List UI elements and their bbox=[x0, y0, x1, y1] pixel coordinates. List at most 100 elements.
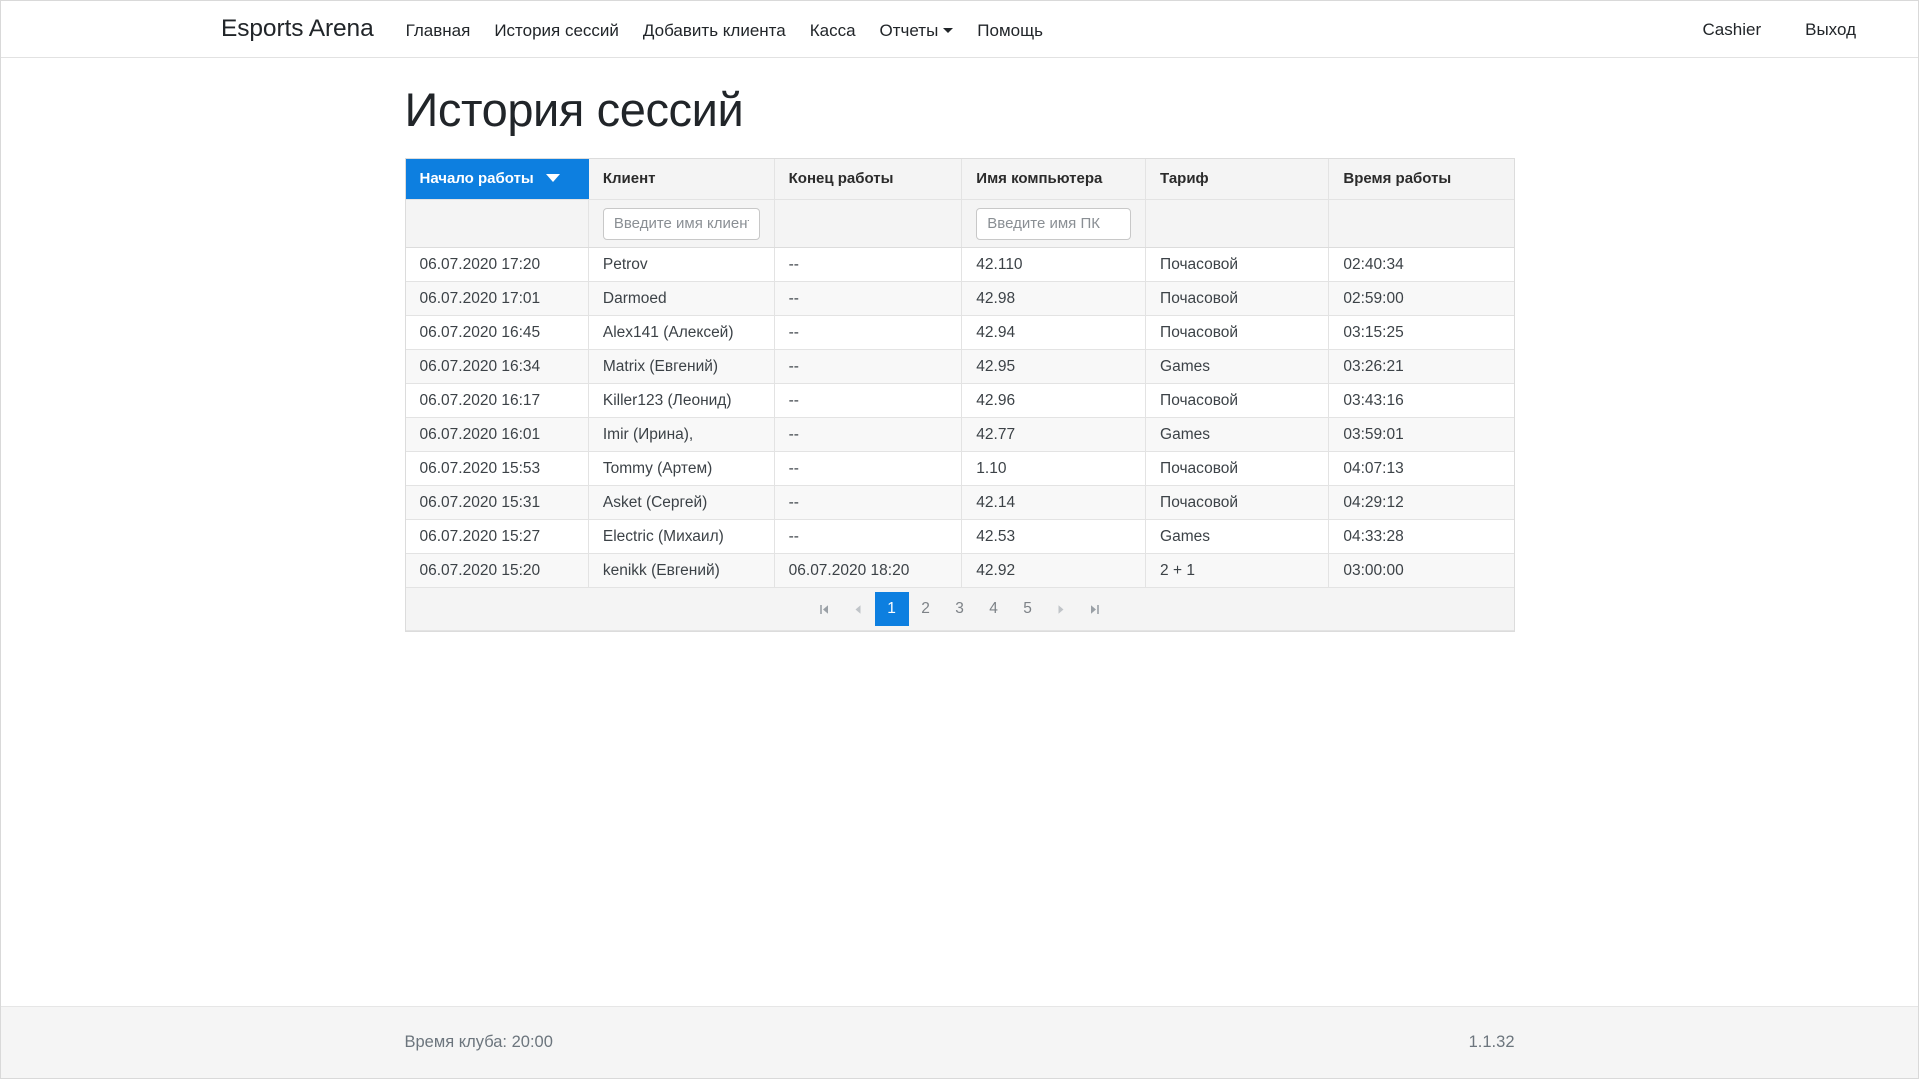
filter-cell-client bbox=[588, 200, 774, 248]
cell-tariff: Games bbox=[1146, 350, 1329, 384]
nav-item-home: Главная bbox=[394, 22, 483, 41]
cell-client: Darmoed bbox=[588, 282, 774, 316]
client-filter-input[interactable] bbox=[603, 208, 760, 240]
cell-start-time: 06.07.2020 16:01 bbox=[406, 418, 589, 452]
cell-tariff: Games bbox=[1146, 520, 1329, 554]
cell-start-time: 06.07.2020 17:01 bbox=[406, 282, 589, 316]
cell-computer-name: 42.14 bbox=[962, 486, 1146, 520]
content-container: История сессий Начало работы Клиент Коне… bbox=[405, 58, 1515, 632]
filter-cell-duration bbox=[1329, 200, 1514, 248]
table-row[interactable]: 06.07.2020 17:01Darmoed--42.98Почасовой0… bbox=[406, 282, 1514, 316]
first-page-icon[interactable] bbox=[807, 592, 841, 626]
next-page-icon[interactable] bbox=[1045, 592, 1079, 626]
page-button-1[interactable]: 1 bbox=[875, 592, 909, 626]
table-foot: 12345 bbox=[406, 588, 1514, 631]
filter-cell-computer-name bbox=[962, 200, 1146, 248]
cell-tariff: Почасовой bbox=[1146, 248, 1329, 282]
cell-tariff: Почасовой bbox=[1146, 282, 1329, 316]
cell-duration: 03:59:01 bbox=[1329, 418, 1514, 452]
table-row[interactable]: 06.07.2020 16:45Alex141 (Алексей)--42.94… bbox=[406, 316, 1514, 350]
table-header-row: Начало работы Клиент Конец работы Имя ко… bbox=[406, 159, 1514, 200]
cell-duration: 04:07:13 bbox=[1329, 452, 1514, 486]
table-row[interactable]: 06.07.2020 15:27Electric (Михаил)--42.53… bbox=[406, 520, 1514, 554]
cell-end-time: -- bbox=[774, 520, 962, 554]
cell-duration: 04:33:28 bbox=[1329, 520, 1514, 554]
navbar-left-group: Esports Arena Главная История сессий Доб… bbox=[221, 15, 1055, 43]
table-row[interactable]: 06.07.2020 17:20Petrov--42.110Почасовой0… bbox=[406, 248, 1514, 282]
column-header-client[interactable]: Клиент bbox=[588, 159, 774, 200]
page-button-2[interactable]: 2 bbox=[909, 592, 943, 626]
cell-duration: 04:29:12 bbox=[1329, 486, 1514, 520]
column-header-tariff[interactable]: Тариф bbox=[1146, 159, 1329, 200]
footer-inner: Время клуба: 20:00 1.1.32 bbox=[405, 1033, 1515, 1052]
cell-duration: 02:40:34 bbox=[1329, 248, 1514, 282]
app-version-label: 1.1.32 bbox=[1469, 1033, 1515, 1052]
current-user-label[interactable]: Cashier bbox=[1681, 21, 1784, 38]
cell-end-time: -- bbox=[774, 316, 962, 350]
column-header-duration[interactable]: Время работы bbox=[1329, 159, 1514, 200]
cell-start-time: 06.07.2020 15:20 bbox=[406, 554, 589, 588]
nav-link-cashbox[interactable]: Касса bbox=[798, 22, 868, 39]
column-header-start-time-label: Начало работы bbox=[420, 170, 534, 187]
cell-computer-name: 42.92 bbox=[962, 554, 1146, 588]
cell-end-time: -- bbox=[774, 486, 962, 520]
table-row[interactable]: 06.07.2020 16:01Imir (Ирина),--42.77Game… bbox=[406, 418, 1514, 452]
navbar-menu: Главная История сессий Добавить клиента … bbox=[394, 22, 1055, 41]
club-time-label: Время клуба: 20:00 bbox=[405, 1033, 553, 1052]
nav-item-reports: Отчеты bbox=[868, 22, 966, 41]
pagination-row: 12345 bbox=[406, 588, 1514, 631]
nav-item-cashbox: Касса bbox=[798, 22, 868, 41]
cell-client: kenikk (Евгений) bbox=[588, 554, 774, 588]
table-row[interactable]: 06.07.2020 15:53Tommy (Артем)--1.10Почас… bbox=[406, 452, 1514, 486]
page-title: История сессий bbox=[405, 84, 1515, 136]
cell-start-time: 06.07.2020 15:31 bbox=[406, 486, 589, 520]
brand-logo[interactable]: Esports Arena bbox=[221, 15, 374, 43]
cell-start-time: 06.07.2020 16:17 bbox=[406, 384, 589, 418]
nav-link-reports-label: Отчеты bbox=[880, 21, 939, 40]
cell-tariff: Почасовой bbox=[1146, 486, 1329, 520]
cell-client: Matrix (Евгений) bbox=[588, 350, 774, 384]
cell-computer-name: 42.77 bbox=[962, 418, 1146, 452]
page-button-3[interactable]: 3 bbox=[943, 592, 977, 626]
sessions-table: Начало работы Клиент Конец работы Имя ко… bbox=[406, 159, 1514, 632]
cell-client: Alex141 (Алексей) bbox=[588, 316, 774, 350]
nav-link-add-client[interactable]: Добавить клиента bbox=[631, 22, 798, 39]
table-row[interactable]: 06.07.2020 16:34Matrix (Евгений)--42.95G… bbox=[406, 350, 1514, 384]
filter-cell-end-time bbox=[774, 200, 962, 248]
table-filter-row bbox=[406, 200, 1514, 248]
column-header-end-time[interactable]: Конец работы bbox=[774, 159, 962, 200]
filter-cell-tariff bbox=[1146, 200, 1329, 248]
page-footer: Время клуба: 20:00 1.1.32 bbox=[1, 1006, 1918, 1078]
table-head: Начало работы Клиент Конец работы Имя ко… bbox=[406, 159, 1514, 248]
prev-page-icon[interactable] bbox=[841, 592, 875, 626]
cell-duration: 03:00:00 bbox=[1329, 554, 1514, 588]
logout-link[interactable]: Выход bbox=[1783, 21, 1878, 38]
nav-link-home[interactable]: Главная bbox=[394, 22, 483, 39]
cell-tariff: Games bbox=[1146, 418, 1329, 452]
table-row[interactable]: 06.07.2020 16:17Killer123 (Леонид)--42.9… bbox=[406, 384, 1514, 418]
nav-link-reports[interactable]: Отчеты bbox=[868, 22, 966, 39]
page-button-5[interactable]: 5 bbox=[1011, 592, 1045, 626]
table-row[interactable]: 06.07.2020 15:20kenikk (Евгений)06.07.20… bbox=[406, 554, 1514, 588]
computer-name-filter-input[interactable] bbox=[976, 208, 1131, 240]
cell-computer-name: 42.96 bbox=[962, 384, 1146, 418]
cell-tariff: Почасовой bbox=[1146, 384, 1329, 418]
cell-duration: 02:59:00 bbox=[1329, 282, 1514, 316]
column-header-computer-name[interactable]: Имя компьютера bbox=[962, 159, 1146, 200]
nav-link-help[interactable]: Помощь bbox=[965, 22, 1055, 39]
cell-start-time: 06.07.2020 16:34 bbox=[406, 350, 589, 384]
cell-end-time: -- bbox=[774, 418, 962, 452]
table-row[interactable]: 06.07.2020 15:31Asket (Сергей)--42.14Поч… bbox=[406, 486, 1514, 520]
last-page-icon[interactable] bbox=[1079, 592, 1113, 626]
cell-tariff: 2 + 1 bbox=[1146, 554, 1329, 588]
cell-computer-name: 42.98 bbox=[962, 282, 1146, 316]
nav-link-session-history[interactable]: История сессий bbox=[482, 22, 631, 39]
column-header-start-time[interactable]: Начало работы bbox=[406, 159, 589, 200]
pagination-cell: 12345 bbox=[406, 588, 1514, 631]
pagination-numbers: 12345 bbox=[875, 592, 1045, 626]
cell-duration: 03:43:16 bbox=[1329, 384, 1514, 418]
cell-end-time: -- bbox=[774, 384, 962, 418]
cell-end-time: 06.07.2020 18:20 bbox=[774, 554, 962, 588]
filter-cell-start-time bbox=[406, 200, 589, 248]
page-button-4[interactable]: 4 bbox=[977, 592, 1011, 626]
